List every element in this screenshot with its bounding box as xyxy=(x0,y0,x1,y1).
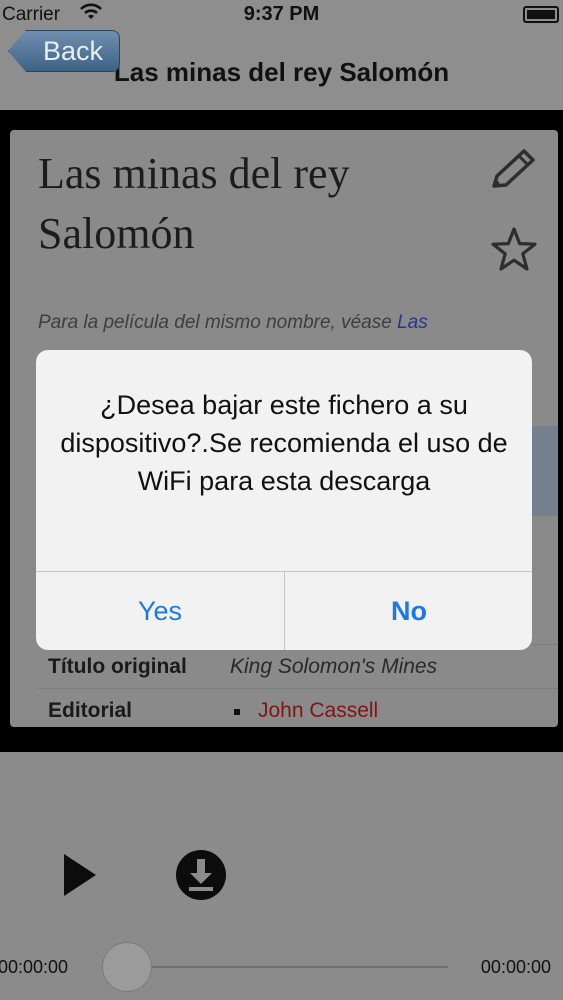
infobox-key: Título original xyxy=(48,655,187,678)
status-time: 9:37 PM xyxy=(243,3,320,25)
download-alert: ¿Desea bajar este fichero a su dispositi… xyxy=(36,350,532,650)
hatnote-link[interactable]: Las xyxy=(397,312,428,333)
status-bar: Carrier 9:37 PM xyxy=(0,0,563,30)
no-button[interactable]: No xyxy=(285,572,532,650)
infobox-header-strip xyxy=(530,426,558,516)
nav-bar: Las minas del rey Salomón Back xyxy=(0,30,563,110)
infobox-value: King Solomon's Mines xyxy=(230,655,438,678)
battery-icon xyxy=(523,6,559,23)
back-button[interactable]: Back xyxy=(8,30,120,72)
star-icon[interactable] xyxy=(490,226,538,272)
current-time-label: 00:00:00 xyxy=(0,957,69,977)
duration-label: 00:00:00 xyxy=(480,957,551,977)
progress-slider-track[interactable] xyxy=(104,966,448,968)
play-icon[interactable] xyxy=(62,852,98,898)
article-title: Las minas del rey Salomón xyxy=(38,149,350,258)
progress-slider-thumb[interactable] xyxy=(102,942,152,992)
infobox-row: Título original King Solomon's Mines xyxy=(38,644,558,688)
download-icon[interactable] xyxy=(175,849,227,901)
infobox-link[interactable]: John Cassell xyxy=(258,699,378,723)
bullet-icon xyxy=(234,709,240,715)
yes-button[interactable]: Yes xyxy=(36,572,284,650)
hatnote: Para la película del mismo nombre, véase… xyxy=(38,312,558,334)
hatnote-text: Para la película del mismo nombre, véase xyxy=(38,312,398,333)
alert-message: ¿Desea bajar este fichero a su dispositi… xyxy=(60,390,508,496)
infobox-row: Editorial John Cassell xyxy=(38,688,558,727)
infobox-key: Editorial xyxy=(48,699,133,722)
pencil-icon[interactable] xyxy=(488,148,538,192)
